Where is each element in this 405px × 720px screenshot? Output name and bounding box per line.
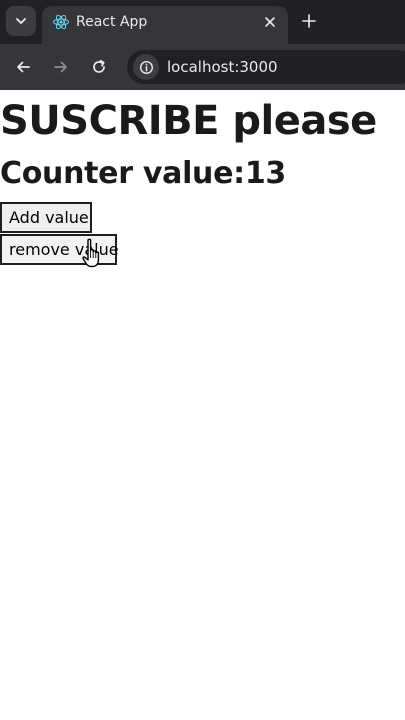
- back-button[interactable]: [11, 55, 35, 79]
- arrow-right-icon: [54, 61, 67, 73]
- plus-icon: [302, 14, 316, 28]
- browser-toolbar: localhost:3000: [0, 44, 405, 90]
- info-icon: [139, 60, 153, 74]
- arrow-left-icon: [17, 61, 30, 73]
- address-bar[interactable]: localhost:3000: [127, 50, 405, 84]
- forward-button[interactable]: [49, 55, 73, 79]
- new-tab-button[interactable]: [296, 8, 322, 34]
- reload-button[interactable]: [87, 55, 111, 79]
- browser-tab[interactable]: React App: [42, 6, 288, 44]
- close-icon: [265, 17, 275, 27]
- react-logo-icon: [53, 14, 69, 30]
- reload-icon: [93, 59, 105, 73]
- remove-value-button[interactable]: remove value: [0, 234, 119, 265]
- tab-title: React App: [76, 14, 148, 30]
- site-info-button[interactable]: [133, 54, 159, 80]
- counter-value: Counter value:13: [0, 156, 287, 191]
- add-value-button[interactable]: Add value: [0, 202, 92, 233]
- tab-bar: React App: [0, 0, 405, 44]
- chevron-down-icon: [16, 18, 26, 24]
- tab-search-button[interactable]: [6, 6, 36, 36]
- page-title: SUSCRIBE please: [0, 98, 377, 144]
- page-content: SUSCRIBE please Counter value:13 Add val…: [0, 90, 405, 720]
- close-tab-button[interactable]: [262, 14, 278, 30]
- url-text: localhost:3000: [167, 58, 278, 76]
